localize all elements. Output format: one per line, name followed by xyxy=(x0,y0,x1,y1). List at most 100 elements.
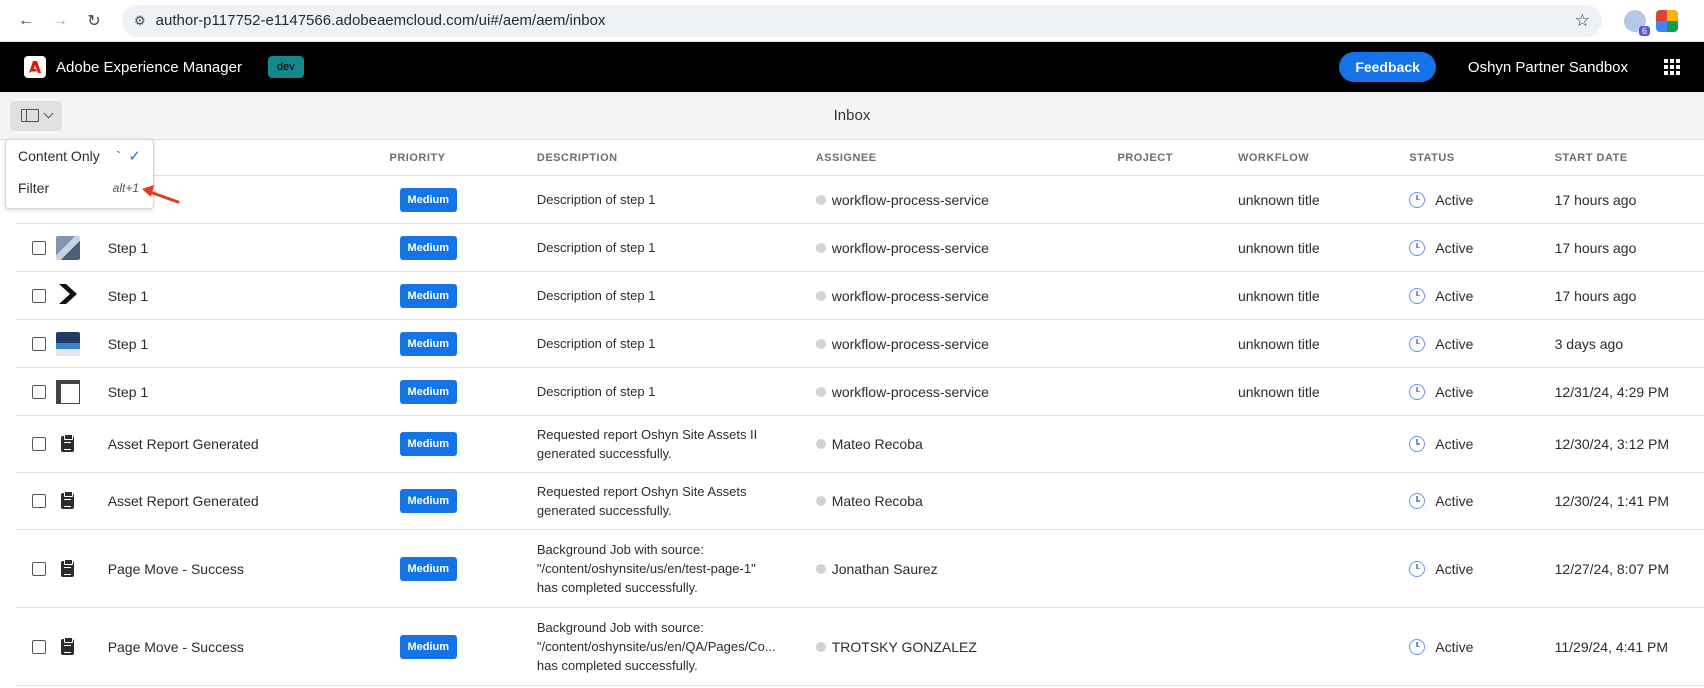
clock-icon xyxy=(1409,638,1426,655)
description-line: Requested report Oshyn Site Assets xyxy=(536,484,747,499)
status-text: Active xyxy=(1435,560,1474,577)
item-title[interactable]: Step 1 xyxy=(108,336,390,352)
item-title[interactable]: Asset Report Generated xyxy=(108,436,390,452)
assignee-name: workflow-process-service xyxy=(831,335,989,352)
workflow-title: unknown title xyxy=(1237,191,1320,208)
avatar xyxy=(815,386,826,397)
row-checkbox[interactable] xyxy=(32,639,46,654)
description-line: "/content/oshynsite/us/en/test-page-1" xyxy=(536,561,756,576)
clock-icon xyxy=(1409,287,1426,304)
avatar xyxy=(815,496,826,506)
description-line: generated successfully. xyxy=(536,446,672,461)
clock-icon xyxy=(1409,383,1426,400)
clipboard-icon xyxy=(56,557,80,581)
item-title[interactable]: Asset Report Generated xyxy=(108,493,390,509)
table-row[interactable]: Medium Description of step 1 workflow-pr… xyxy=(16,176,1704,224)
status: Active xyxy=(1409,493,1554,509)
table-row[interactable]: Asset Report Generated Medium Requested … xyxy=(16,416,1704,473)
assignee-name: workflow-process-service xyxy=(831,383,989,400)
row-checkbox[interactable] xyxy=(32,561,46,576)
app-name[interactable]: Adobe Experience Manager xyxy=(56,59,242,76)
thumbnail-image xyxy=(55,235,80,260)
assignee: TROTSKY GONZALEZ xyxy=(815,639,1118,655)
table-row[interactable]: Step 1 Medium Description of step 1 work… xyxy=(16,320,1704,368)
forward-icon[interactable]: → xyxy=(46,7,74,35)
row-checkbox[interactable] xyxy=(32,240,46,255)
column-header-status[interactable]: STATUS xyxy=(1409,152,1554,164)
priority-badge: Medium xyxy=(399,235,458,260)
column-header-start-date[interactable]: START DATE xyxy=(1555,152,1704,164)
avatar xyxy=(815,338,826,349)
table-row[interactable]: Page Move - Success Medium Background Jo… xyxy=(16,530,1704,608)
item-description: Description of step 1 xyxy=(537,238,816,257)
start-date: 12/30/24, 1:41 PM xyxy=(1554,493,1670,509)
row-checkbox[interactable] xyxy=(32,336,46,351)
url-text[interactable]: author-p117752-e1147566.adobeaemcloud.co… xyxy=(156,12,606,29)
column-header-assignee[interactable]: ASSIGNEE xyxy=(816,152,1118,164)
column-header-project[interactable]: PROJECT xyxy=(1117,152,1238,164)
avatar xyxy=(815,641,826,652)
item-title[interactable]: Page Move - Success xyxy=(108,561,390,577)
status-text: Active xyxy=(1435,436,1474,452)
org-switcher[interactable]: Oshyn Partner Sandbox xyxy=(1468,59,1628,76)
assignee-name: Jonathan Saurez xyxy=(831,560,938,577)
row-checkbox[interactable] xyxy=(32,384,46,399)
adobe-logo-icon[interactable] xyxy=(24,56,46,78)
feedback-button[interactable]: Feedback xyxy=(1339,52,1436,82)
avatar xyxy=(815,242,826,253)
row-checkbox[interactable] xyxy=(32,288,46,303)
inbox-table: PRIORITY DESCRIPTION ASSIGNEE PROJECT WO… xyxy=(16,140,1704,686)
page-thumbnail xyxy=(55,379,80,404)
column-header-workflow[interactable]: WORKFLOW xyxy=(1238,152,1409,164)
item-description: Description of step 1 xyxy=(537,334,816,353)
item-title[interactable]: Page Move - Success xyxy=(108,639,390,655)
table-row[interactable]: Step 1 Medium Description of step 1 work… xyxy=(16,368,1704,416)
address-bar[interactable]: ⚙ author-p117752-e1147566.adobeaemcloud.… xyxy=(122,4,1602,37)
description-line: Requested report Oshyn Site Assets II xyxy=(536,427,758,442)
priority-badge: Medium xyxy=(399,432,458,456)
bookmark-star-icon[interactable]: ☆ xyxy=(1575,11,1590,31)
site-settings-icon[interactable]: ⚙ xyxy=(134,13,146,29)
extension-icon[interactable]: 6 xyxy=(1624,9,1650,36)
avatar xyxy=(815,290,826,301)
item-title[interactable]: Step 1 xyxy=(108,384,390,400)
assignee: workflow-process-service xyxy=(815,192,1118,208)
assignee: workflow-process-service xyxy=(815,335,1118,352)
assignee: Mateo Recoba xyxy=(815,493,1118,509)
back-icon[interactable]: ← xyxy=(12,7,40,35)
description-line: has completed successfully. xyxy=(536,580,698,595)
status: Active xyxy=(1409,638,1554,655)
item-title[interactable]: Step 1 xyxy=(108,240,390,256)
status-text: Active xyxy=(1435,239,1474,256)
browser-toolbar: ← → ↻ ⚙ author-p117752-e1147566.adobeaem… xyxy=(0,0,1704,42)
menu-item-shortcut: alt+1 xyxy=(112,181,139,195)
description-line: Background Job with source: xyxy=(536,542,704,557)
table-row[interactable]: Asset Report Generated Medium Requested … xyxy=(16,473,1704,530)
clipboard-icon xyxy=(56,489,80,513)
reload-icon[interactable]: ↻ xyxy=(80,7,108,35)
priority-badge: Medium xyxy=(399,489,458,513)
rail-toggle-button[interactable] xyxy=(10,100,62,131)
status: Active xyxy=(1409,436,1554,452)
column-header-priority[interactable]: PRIORITY xyxy=(390,152,537,164)
row-checkbox[interactable] xyxy=(32,494,46,508)
item-description: Description of step 1 xyxy=(537,286,816,305)
table-row[interactable]: Page Move - Success Medium Background Jo… xyxy=(16,608,1704,686)
status-text: Active xyxy=(1435,638,1474,655)
item-title[interactable]: Step 1 xyxy=(108,288,390,304)
assignee: workflow-process-service xyxy=(815,383,1118,400)
extension-icon[interactable] xyxy=(1656,9,1678,32)
assignee-name: Mateo Recoba xyxy=(831,493,923,509)
environment-badge: dev xyxy=(267,56,304,78)
menu-item-shortcut: ` xyxy=(116,148,121,164)
menu-item-label: Content Only xyxy=(18,148,100,164)
table-row[interactable]: Step 1 Medium Description of step 1 work… xyxy=(16,272,1704,320)
table-row[interactable]: Step 1 Medium Description of step 1 work… xyxy=(16,224,1704,272)
row-checkbox[interactable] xyxy=(32,437,46,451)
description-line: Description of step 1 xyxy=(536,192,656,207)
menu-item-filter[interactable]: Filter alt+1 xyxy=(6,172,153,204)
menu-item-content-only[interactable]: Content Only ` ✓ xyxy=(6,140,153,172)
column-header-description[interactable]: DESCRIPTION xyxy=(537,152,816,164)
app-switcher-icon[interactable] xyxy=(1664,59,1680,75)
extensions-area: 6 xyxy=(1624,9,1678,36)
